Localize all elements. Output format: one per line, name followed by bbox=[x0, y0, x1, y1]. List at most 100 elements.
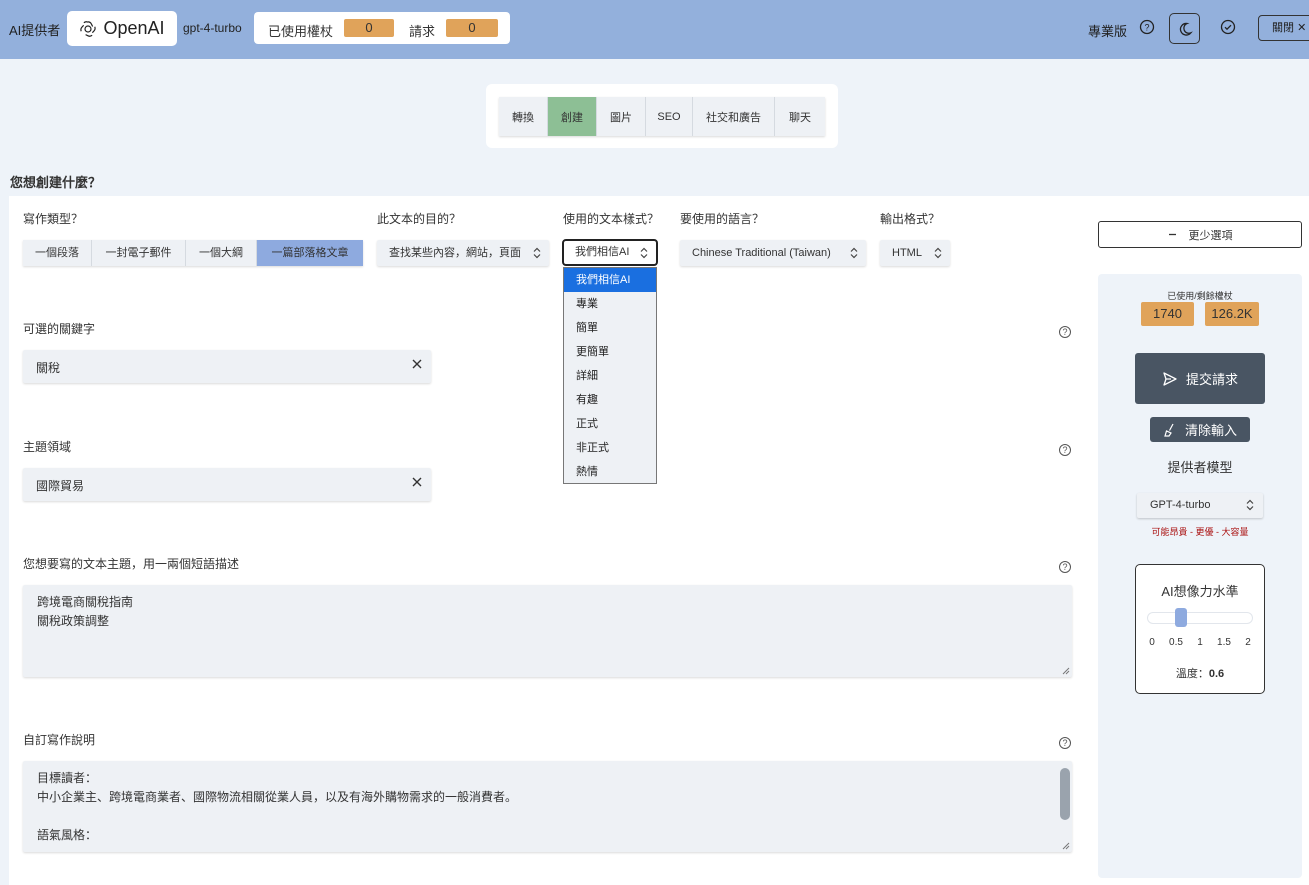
writing-type-label: 寫作類型？ bbox=[23, 212, 84, 226]
temperature-tick: 1 bbox=[1197, 637, 1203, 648]
style-option[interactable]: 詳細 bbox=[564, 364, 656, 388]
chevron-up-down-icon bbox=[533, 247, 541, 259]
temperature-tick: 2 bbox=[1245, 637, 1251, 648]
topic-textarea[interactable]: 跨境電商關稅指南 關稅政策調整 bbox=[23, 585, 1072, 677]
instructions-scrollbar[interactable] bbox=[1060, 768, 1070, 820]
clear-domain-icon[interactable] bbox=[412, 477, 422, 487]
tab-images[interactable]: 圖片 bbox=[597, 97, 646, 136]
tab-seo[interactable]: SEO bbox=[646, 97, 693, 136]
instructions-line: 目標讀者： bbox=[37, 771, 98, 785]
instructions-help-icon[interactable]: ? bbox=[1059, 737, 1071, 749]
style-option[interactable]: 更簡單 bbox=[564, 340, 656, 364]
tokens-used-chip: 1740 bbox=[1141, 302, 1194, 326]
submit-request-label: 提交請求 bbox=[1185, 372, 1238, 387]
purpose-select[interactable]: 查找某些內容，網站，頁面 bbox=[377, 240, 549, 266]
broom-icon bbox=[1164, 423, 1174, 437]
chevron-up-down-icon bbox=[934, 247, 942, 259]
writing-type-group: 一個段落 一封電子郵件 一個大綱 一篇部落格文章 bbox=[23, 240, 363, 266]
top-bar: AI提供者 OpenAI gpt-4-turbo 已使用權杖 0 請求 0 專業… bbox=[0, 0, 1309, 59]
temperature-slider-thumb[interactable] bbox=[1174, 608, 1187, 627]
style-option[interactable]: 專業 bbox=[564, 292, 656, 316]
chevron-up-down-icon bbox=[640, 247, 648, 259]
keywords-input[interactable]: 關稅 bbox=[23, 350, 431, 383]
chevron-up-down-icon bbox=[1246, 499, 1254, 511]
less-options-button[interactable]: 更少選項 bbox=[1098, 221, 1302, 248]
tokens-label: 已使用/剩餘權杖 bbox=[1167, 291, 1233, 301]
resize-handle-icon[interactable] bbox=[1062, 842, 1070, 850]
usage-counters: 已使用權杖 0 請求 0 bbox=[254, 12, 510, 44]
format-select[interactable]: HTML bbox=[880, 240, 950, 266]
temperature-value: 0.6 bbox=[1208, 668, 1225, 680]
clear-input-button[interactable]: 清除輸入 bbox=[1150, 417, 1250, 442]
format-label: 輸出格式？ bbox=[880, 212, 941, 226]
temperature-label: 溫度： bbox=[1175, 668, 1209, 680]
instructions-textarea[interactable]: 目標讀者： 中小企業主、跨境電商業者、國際物流相關從業人員，以及有海外購物需求的… bbox=[23, 761, 1072, 852]
provider-selector[interactable]: OpenAI bbox=[67, 11, 177, 46]
format-value: HTML bbox=[892, 247, 922, 259]
mode-tab-card: 轉換 創建 圖片 SEO 社交和廣告 聊天 bbox=[486, 84, 838, 148]
topic-line: 跨境電商關稅指南 bbox=[37, 595, 134, 609]
writing-type-blog-post[interactable]: 一篇部落格文章 bbox=[257, 240, 363, 266]
style-option[interactable]: 有趣 bbox=[564, 388, 656, 412]
check-circle-icon[interactable] bbox=[1218, 17, 1238, 37]
domain-value: 國際貿易 bbox=[36, 479, 85, 493]
style-option[interactable]: 簡單 bbox=[564, 316, 656, 340]
close-button[interactable]: 關閉 ✕ bbox=[1258, 15, 1309, 41]
model-value: GPT-4-turbo bbox=[1150, 499, 1211, 511]
model-select[interactable]: GPT-4-turbo bbox=[1137, 493, 1263, 518]
writing-type-outline[interactable]: 一個大綱 bbox=[186, 240, 257, 266]
submit-request-button[interactable]: 提交請求 bbox=[1135, 353, 1265, 404]
chevron-up-down-icon bbox=[850, 247, 858, 259]
style-option[interactable]: 熱情 bbox=[564, 460, 656, 484]
domain-help-icon[interactable]: ? bbox=[1059, 444, 1071, 456]
openai-logo-icon bbox=[80, 20, 97, 37]
keywords-label: 可選的關鍵字 bbox=[23, 322, 96, 336]
provider-name: OpenAI bbox=[103, 18, 165, 38]
style-label: 使用的文本樣式？ bbox=[563, 212, 660, 226]
help-icon[interactable]: ? bbox=[1137, 17, 1157, 37]
moon-icon bbox=[1179, 22, 1193, 36]
topic-help-icon[interactable]: ? bbox=[1059, 561, 1071, 573]
purpose-value: 查找某些內容，網站，頁面 bbox=[389, 247, 521, 259]
used-tokens-label: 已使用權杖 bbox=[268, 24, 334, 39]
style-option[interactable]: 我們相信AI bbox=[564, 268, 656, 292]
tab-convert[interactable]: 轉換 bbox=[499, 97, 548, 136]
style-dropdown-list: 我們相信AI 專業 簡單 更簡單 詳細 有趣 正式 非正式 熱情 bbox=[563, 267, 657, 484]
mode-tabs: 轉換 創建 圖片 SEO 社交和廣告 聊天 bbox=[499, 97, 825, 136]
model-note: 可能昂貴 - 更優 - 大容量 bbox=[1151, 527, 1249, 537]
temperature-slider-track[interactable] bbox=[1147, 612, 1253, 624]
close-button-label: 關閉 bbox=[1272, 22, 1294, 34]
clear-keywords-icon[interactable] bbox=[412, 359, 422, 369]
domain-input[interactable]: 國際貿易 bbox=[23, 468, 431, 501]
style-option[interactable]: 正式 bbox=[564, 412, 656, 436]
style-option[interactable]: 非正式 bbox=[564, 436, 656, 460]
tab-social-ads[interactable]: 社交和廣告 bbox=[693, 97, 775, 136]
purpose-label: 此文本的目的？ bbox=[377, 212, 462, 226]
domain-label: 主題領域 bbox=[23, 440, 72, 454]
model-title: 提供者模型 bbox=[1167, 460, 1233, 475]
language-select[interactable]: Chinese Traditional (Taiwan) bbox=[680, 240, 866, 266]
tokens-remaining-chip: 126.2K bbox=[1205, 302, 1259, 326]
style-select[interactable]: 我們相信AI bbox=[562, 239, 658, 266]
less-options-label: 更少選項 bbox=[1188, 229, 1233, 242]
temperature-title: AI想像力水準 bbox=[1161, 584, 1239, 599]
page-question: 您想創建什麼？ bbox=[10, 175, 102, 190]
language-label: 要使用的語言？ bbox=[680, 212, 765, 226]
writing-type-email[interactable]: 一封電子郵件 bbox=[92, 240, 186, 266]
keywords-value: 關稅 bbox=[36, 361, 61, 375]
writing-type-paragraph[interactable]: 一個段落 bbox=[23, 240, 92, 266]
instructions-line: 中小企業主、跨境電商業者、國際物流相關從業人員，以及有海外購物需求的一般消費者。 bbox=[37, 790, 518, 804]
temperature-box: AI想像力水準 0 0.5 1 1.5 2 溫度：0.6 bbox=[1135, 564, 1265, 694]
clear-input-label: 清除輸入 bbox=[1184, 423, 1237, 438]
tab-chat[interactable]: 聊天 bbox=[775, 97, 825, 136]
svg-text:?: ? bbox=[1144, 23, 1149, 33]
dark-mode-toggle[interactable] bbox=[1169, 13, 1200, 44]
language-value: Chinese Traditional (Taiwan) bbox=[692, 247, 831, 259]
keywords-help-icon[interactable]: ? bbox=[1059, 326, 1071, 338]
tab-create[interactable]: 創建 bbox=[548, 97, 597, 136]
minus-icon bbox=[1168, 233, 1176, 236]
instructions-label: 自訂寫作說明 bbox=[23, 733, 96, 747]
pro-version-label[interactable]: 專業版 bbox=[1088, 21, 1127, 40]
temperature-ticks: 0 0.5 1 1.5 2 bbox=[1136, 637, 1264, 651]
resize-handle-icon[interactable] bbox=[1062, 667, 1070, 675]
